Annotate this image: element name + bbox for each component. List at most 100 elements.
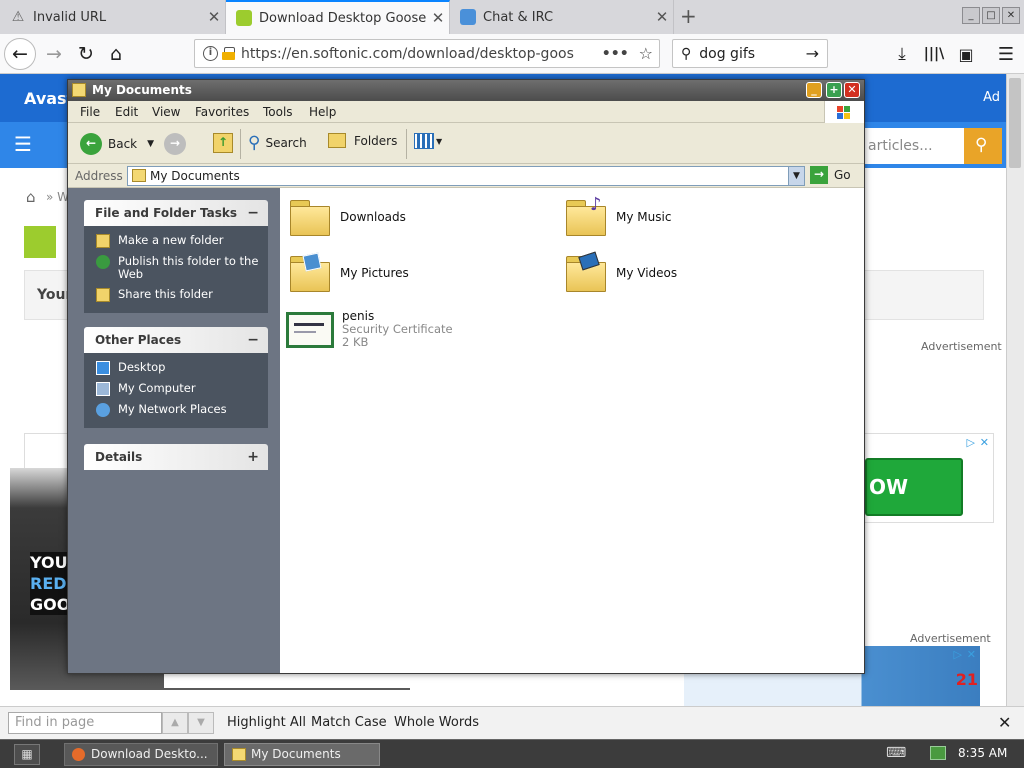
lock-warning-icon[interactable] (222, 47, 235, 60)
start-button[interactable]: ▦ (14, 744, 40, 765)
header-ad-link[interactable]: Ad (983, 90, 1000, 105)
ad-download-button[interactable]: OW (865, 458, 963, 516)
article-search-input[interactable]: articles... (858, 128, 964, 164)
sidebar-icon[interactable]: ▣ (950, 38, 982, 70)
my-computer-link[interactable]: My Computer (96, 382, 260, 396)
ad-label: Advertisement (910, 632, 991, 645)
match-case-toggle[interactable]: Match Case (311, 715, 387, 730)
my-music-folder[interactable]: ♪ My Music (564, 194, 672, 236)
explorer-titlebar[interactable]: My Documents _ + ✕ (68, 80, 864, 101)
ad-badge: 21 (955, 670, 978, 689)
url-text: https://en.softonic.com/download/desktop… (241, 45, 574, 62)
make-new-folder-link[interactable]: Make a new folder (96, 234, 260, 248)
close-window-icon[interactable]: ✕ (1002, 7, 1020, 24)
search-go-arrow-icon[interactable]: → (806, 44, 819, 63)
address-input[interactable]: My Documents ▼ (127, 166, 805, 186)
ad-close-icon[interactable]: ✕ (980, 436, 989, 449)
item-name: My Music (616, 210, 672, 224)
menu-edit[interactable]: Edit (115, 105, 138, 119)
share-folder-link[interactable]: Share this folder (96, 288, 260, 302)
find-next-button[interactable]: ▼ (188, 712, 214, 734)
panel-header[interactable]: Other Places − (84, 327, 268, 353)
ad-choices-icon[interactable]: ▷ (967, 436, 975, 449)
certificate-file[interactable]: penis Security Certificate 2 KB (286, 310, 453, 349)
home-breadcrumb-icon[interactable]: ⌂ (26, 188, 36, 206)
forward-arrow-icon[interactable]: → (38, 38, 70, 70)
go-button[interactable]: → Go (810, 166, 851, 184)
downloads-folder[interactable]: Downloads (288, 198, 406, 236)
search-text: dog gifs (699, 45, 756, 62)
close-tab-icon[interactable]: ✕ (427, 9, 449, 27)
search-icon: ⚲ (681, 45, 692, 62)
whole-words-toggle[interactable]: Whole Words (394, 715, 479, 730)
close-icon[interactable]: ✕ (844, 82, 860, 98)
bookmark-star-icon[interactable]: ☆ (639, 44, 653, 63)
download-icon[interactable]: ⤓ (886, 38, 918, 70)
keyboard-icon[interactable]: ⌨ (886, 745, 906, 761)
reload-icon[interactable]: ↻ (70, 38, 102, 70)
close-tab-icon[interactable]: ✕ (651, 8, 673, 26)
menu-tools[interactable]: Tools (263, 105, 293, 119)
collapse-icon[interactable]: − (247, 327, 259, 353)
url-bar[interactable]: i https://en.softonic.com/download/deskt… (194, 39, 660, 68)
menu-help[interactable]: Help (309, 105, 336, 119)
page-scrollbar[interactable] (1006, 74, 1024, 706)
info-icon[interactable]: i (203, 46, 218, 61)
my-network-places-link[interactable]: My Network Places (96, 403, 260, 417)
my-documents-icon (232, 748, 246, 761)
forward-button[interactable]: → (164, 133, 186, 155)
tab-chat-irc[interactable]: Chat & IRC ✕ (450, 0, 674, 34)
close-tab-icon[interactable]: ✕ (203, 8, 225, 26)
minimize-icon[interactable]: _ (962, 7, 980, 24)
taskbar-item-my-documents[interactable]: My Documents (224, 743, 380, 766)
page-actions-icon[interactable]: ••• (602, 46, 629, 62)
maximize-icon[interactable]: + (826, 82, 842, 98)
article-search-button[interactable]: ⚲ (964, 128, 1002, 164)
search-bar[interactable]: ⚲ dog gifs → (672, 39, 828, 68)
publish-to-web-link[interactable]: Publish this folder to the Web (96, 255, 260, 281)
find-previous-button[interactable]: ▲ (162, 712, 188, 734)
address-dropdown-icon[interactable]: ▼ (788, 167, 804, 185)
new-tab-icon[interactable]: + (680, 4, 697, 28)
menu-favorites[interactable]: Favorites (195, 105, 249, 119)
panel-header[interactable]: File and Folder Tasks − (84, 200, 268, 226)
collapse-icon[interactable]: − (247, 200, 259, 226)
menu-file[interactable]: File (80, 105, 100, 119)
tab-download-desktop-goose[interactable]: Download Desktop Goose 0 ✕ (226, 0, 450, 34)
highlight-all-toggle[interactable]: Highlight All (227, 715, 306, 730)
minimize-icon[interactable]: _ (806, 82, 822, 98)
close-find-icon[interactable]: ✕ (998, 713, 1011, 732)
ad-label: Advertisement (921, 340, 1002, 353)
back-button[interactable]: ← Back ▼ (80, 133, 154, 155)
dropdown-arrow-icon[interactable]: ▼ (147, 139, 154, 149)
ad-close-icon[interactable]: ✕ (967, 648, 976, 661)
find-input[interactable]: Find in page (8, 712, 162, 734)
folders-button[interactable]: Folders (328, 133, 397, 148)
my-pictures-folder[interactable]: My Pictures (288, 252, 409, 292)
panel-header[interactable]: Details + (84, 444, 268, 470)
clock[interactable]: 8:35 AM (958, 746, 1007, 760)
new-folder-icon (96, 234, 110, 248)
address-bar: Address My Documents ▼ → Go (68, 164, 864, 188)
expand-icon[interactable]: + (247, 444, 259, 470)
home-icon[interactable]: ⌂ (100, 38, 132, 70)
scrollbar-thumb[interactable] (1009, 78, 1021, 168)
folder-icon (288, 198, 332, 236)
maximize-icon[interactable]: □ (982, 7, 1000, 24)
my-videos-folder[interactable]: My Videos (564, 251, 677, 292)
library-icon[interactable]: |||\ (918, 38, 950, 70)
menu-view[interactable]: View (152, 105, 180, 119)
search-button[interactable]: ⚲ Search (248, 133, 307, 153)
tab-invalid-url[interactable]: ⚠ Invalid URL ✕ (0, 0, 226, 34)
taskbar-item-browser[interactable]: Download Deskto... (64, 743, 218, 766)
desktop-link[interactable]: Desktop (96, 361, 260, 375)
search-icon: ⚲ (248, 133, 261, 153)
ad-choices-icon[interactable]: ▷ (954, 648, 962, 661)
hamburger-icon[interactable]: ☰ (14, 132, 32, 156)
network-tray-icon[interactable] (930, 746, 946, 760)
menu-icon[interactable]: ☰ (990, 38, 1022, 70)
task-link-label: Make a new folder (118, 233, 224, 247)
up-folder-button[interactable]: ↑ (213, 133, 233, 153)
back-arrow-icon[interactable]: ← (4, 38, 36, 70)
views-button[interactable]: ▼ (414, 133, 442, 149)
